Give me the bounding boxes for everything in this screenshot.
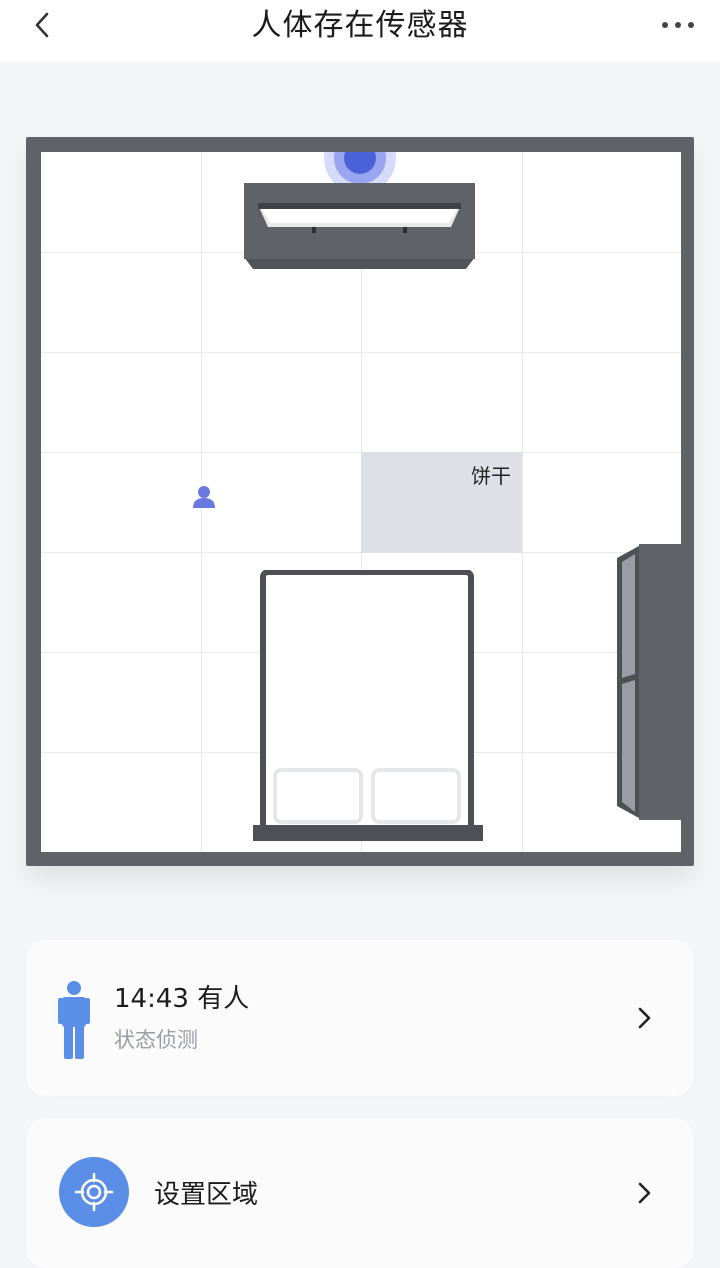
target-icon [74,1172,114,1212]
air-conditioner-icon [244,183,475,269]
zone-label: 饼干 [471,464,511,488]
status-subtitle: 状态侦测 [114,1028,198,1052]
status-value: 14:43 有人 [114,984,250,1014]
target-badge [59,1157,129,1227]
room-floor: 饼干 [41,152,681,852]
set-area-label: 设置区域 [154,1180,259,1210]
top-bar: 人体存在传感器 [0,0,720,62]
chevron-right-icon [638,1007,651,1029]
more-dots-icon [662,22,694,28]
more-button[interactable] [658,10,698,40]
person-position-icon [193,486,215,508]
set-area-card[interactable]: 设置区域 [26,1118,694,1268]
status-card[interactable]: 14:43 有人 状态侦测 [26,940,694,1096]
person-icon [58,981,90,1059]
wardrobe-icon [617,544,681,820]
chevron-right-icon [638,1182,651,1204]
page-title: 人体存在传感器 [251,8,469,43]
room-map[interactable]: 饼干 [26,137,694,866]
bed-icon [253,570,483,841]
